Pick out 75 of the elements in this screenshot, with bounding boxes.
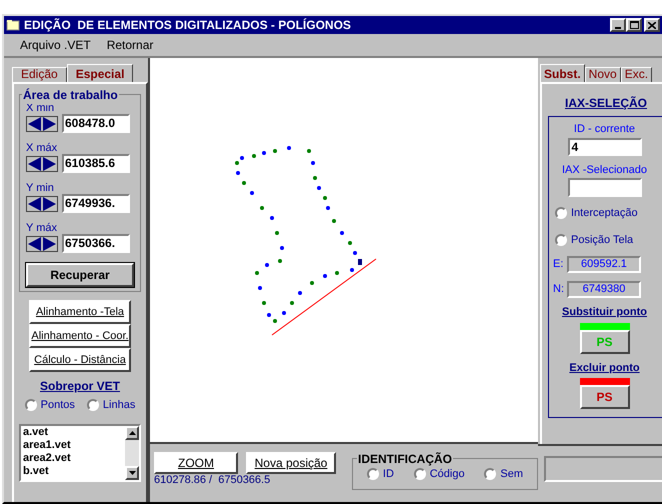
left-arrow-icon xyxy=(27,196,42,210)
left-arrow-icon xyxy=(27,156,42,170)
spin-button[interactable] xyxy=(26,236,58,252)
close-button[interactable] xyxy=(644,18,660,32)
maximize-button[interactable] xyxy=(626,18,642,32)
tool-button[interactable]: Alinhamento -Tela xyxy=(29,300,131,324)
action-title: Excluir ponto xyxy=(569,360,640,376)
tab[interactable]: Novo xyxy=(584,67,621,82)
radio-label: Linhas xyxy=(102,398,136,413)
up-arrow-icon xyxy=(128,430,136,434)
section-title: IAX-SELEÇÃO xyxy=(564,95,647,112)
coordinate-field[interactable]: 608478.0 xyxy=(62,114,130,133)
radio-button[interactable] xyxy=(86,399,99,412)
field-label: Y máx xyxy=(26,223,58,234)
left-arrow-icon xyxy=(27,236,42,250)
menu-item[interactable]: Retornar xyxy=(106,36,154,54)
left-arrow-icon xyxy=(27,116,42,130)
right-arrow-icon xyxy=(42,236,57,250)
id-field[interactable]: 4 xyxy=(568,138,642,156)
coordinate-field[interactable]: 6749936. xyxy=(62,194,130,213)
coordinate-field[interactable]: 6750366. xyxy=(62,234,130,253)
radio-label: Interceptação xyxy=(571,206,638,221)
field-label: ID - corrente xyxy=(574,122,636,137)
northing-field: 6749380 xyxy=(567,281,641,298)
group-title: Área de trabalho xyxy=(22,86,119,104)
close-icon xyxy=(648,22,656,28)
folder-icon xyxy=(6,19,20,31)
ps-button[interactable]: PS xyxy=(580,385,630,409)
field-label: X máx xyxy=(26,143,58,154)
list-item[interactable]: area2.vet xyxy=(23,452,125,464)
tool-button[interactable]: Alinhamento - Coor. xyxy=(29,324,131,348)
radio-button[interactable] xyxy=(414,468,426,480)
field-label: N: xyxy=(553,282,565,298)
coordinate-field[interactable]: 610385.6 xyxy=(62,154,130,173)
radio-button[interactable] xyxy=(555,207,567,220)
coordinates-text: 610278.86 / 6750366.5 xyxy=(154,474,272,487)
right-arrow-icon xyxy=(42,196,57,210)
field-label: IAX -Selecionado xyxy=(562,162,647,178)
recover-button[interactable]: Recuperar xyxy=(26,263,134,287)
tab[interactable]: Subst. xyxy=(540,64,585,82)
spin-button[interactable] xyxy=(26,156,58,172)
zoom-button[interactable]: ZOOM xyxy=(154,452,238,474)
field-label: E: xyxy=(553,257,564,272)
tool-button[interactable]: Cálculo - Distância xyxy=(29,348,131,372)
radio-button[interactable] xyxy=(555,234,567,246)
window-title: EDIÇÃO DE ELEMENTOS DIGITALIZADOS - POLÍGONOS xyxy=(24,17,352,34)
list-item[interactable]: a.vet xyxy=(23,426,125,438)
iax-field[interactable] xyxy=(568,178,642,197)
field-label: Y min xyxy=(26,183,55,194)
tab[interactable]: Exc. xyxy=(620,67,652,82)
radio-label: ID xyxy=(382,466,394,482)
new-position-button[interactable]: Nova posição xyxy=(246,452,336,474)
radio-button[interactable] xyxy=(366,468,379,480)
radio-button[interactable] xyxy=(484,468,496,480)
list-item[interactable]: b.vet xyxy=(23,464,125,478)
list-item[interactable]: area1.vet xyxy=(23,438,125,452)
radio-label: Pontos xyxy=(40,398,75,413)
right-arrow-icon xyxy=(42,116,57,130)
scrollbar[interactable] xyxy=(125,426,139,480)
tab[interactable]: Especial xyxy=(66,64,134,82)
menu-item[interactable]: Arquivo .VET xyxy=(20,36,91,54)
radio-label: Código xyxy=(430,466,465,482)
section-title: Sobrepor VET xyxy=(40,378,120,395)
action-title: Substituir ponto xyxy=(562,305,647,320)
radio-button[interactable] xyxy=(24,399,37,412)
spin-button[interactable] xyxy=(26,196,58,212)
minimize-button[interactable] xyxy=(610,18,626,32)
right-arrow-icon xyxy=(42,156,57,170)
group-title: IDENTIFICAÇÃO xyxy=(357,450,453,468)
tab[interactable]: Edição xyxy=(12,67,67,82)
radio-label: Sem xyxy=(500,466,524,482)
spin-button[interactable] xyxy=(26,116,58,132)
easting-field: 609592.1 xyxy=(567,256,641,273)
down-arrow-icon xyxy=(128,470,136,474)
radio-label: Posição Tela xyxy=(571,232,634,248)
